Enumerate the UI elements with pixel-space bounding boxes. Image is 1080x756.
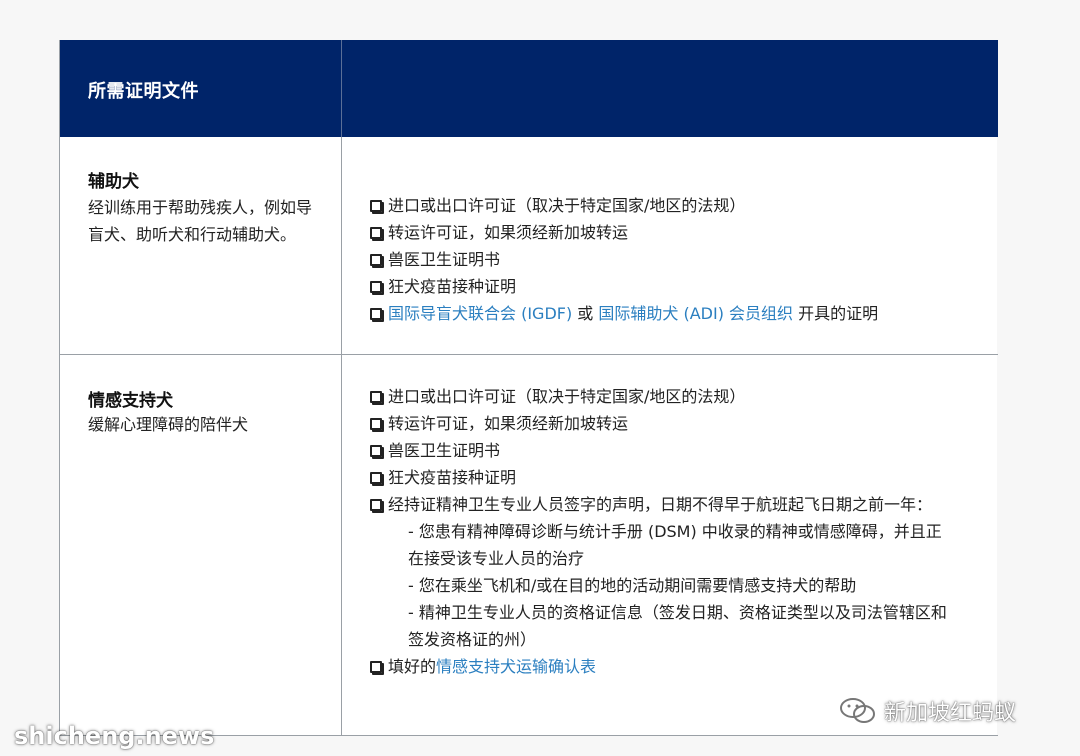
sub-list-item: - 您在乘坐飞机和/或在目的地的活动期间需要情感支持犬的帮助 xyxy=(408,576,857,595)
row-title-service-dog: 辅助犬 xyxy=(88,172,139,192)
checkbox-icon xyxy=(370,200,382,212)
list-item: 兽医卫生证明书 xyxy=(370,437,970,464)
list-item: 转运许可证，如果须经新加坡转运 xyxy=(370,219,970,246)
header-divider xyxy=(341,40,342,137)
list-item: 国际导盲犬联合会 (IGDF) 或 国际辅助犬 (ADI) 会员组织 开具的证明 xyxy=(370,300,970,327)
igdf-link[interactable]: 国际导盲犬联合会 (IGDF) xyxy=(388,304,572,323)
list-item: 经持证精神卫生专业人员签字的声明，日期不得早于航班起飞日期之前一年： xyxy=(370,491,970,518)
list-item: 兽医卫生证明书 xyxy=(370,246,970,273)
esd-confirmation-form-link[interactable]: 情感支持犬运输确认表 xyxy=(436,657,596,676)
requirement-list-emotional-support-dog: 进口或出口许可证（取决于特定国家/地区的法规） 转运许可证，如果须经新加坡转运 … xyxy=(370,383,970,680)
watermark-account: 新加坡红蚂蚁 xyxy=(838,695,1016,727)
row-title-emotional-support-dog: 情感支持犬 xyxy=(88,391,173,411)
checkbox-icon xyxy=(370,281,382,293)
checkbox-icon xyxy=(370,227,382,239)
checkbox-icon xyxy=(370,254,382,266)
checkbox-icon xyxy=(370,308,382,320)
sub-list-item: - 您患有精神障碍诊断与统计手册 (DSM) 中收录的精神或情感障碍，并且正在接… xyxy=(408,522,942,568)
header-title: 所需证明文件 xyxy=(88,81,199,102)
list-item: 填好的情感支持犬运输确认表 xyxy=(370,653,970,680)
row-description-emotional-support-dog: 缓解心理障碍的陪伴犬 xyxy=(88,415,249,434)
adi-link[interactable]: 国际辅助犬 (ADI) 会员组织 xyxy=(598,304,793,323)
checkbox-icon xyxy=(370,472,382,484)
list-item: 进口或出口许可证（取决于特定国家/地区的法规） xyxy=(370,383,970,410)
watermark-account-name: 新加坡红蚂蚁 xyxy=(884,701,1017,726)
checkbox-icon xyxy=(370,391,382,403)
checkbox-icon xyxy=(370,499,382,511)
requirements-table: 所需证明文件 辅助犬 经训练用于帮助残疾人，例如导盲犬、助听犬和行动辅助犬。 进… xyxy=(59,40,998,736)
row-description-service-dog: 经训练用于帮助残疾人，例如导盲犬、助听犬和行动辅助犬。 xyxy=(88,198,313,244)
checkbox-icon xyxy=(370,661,382,673)
list-item: 狂犬疫苗接种证明 xyxy=(370,464,970,491)
list-item: 转运许可证，如果须经新加坡转运 xyxy=(370,410,970,437)
watermark-site: shicheng.news xyxy=(14,722,215,750)
checkbox-icon xyxy=(370,418,382,430)
column-divider xyxy=(341,137,342,736)
requirement-list-service-dog: 进口或出口许可证（取决于特定国家/地区的法规） 转运许可证，如果须经新加坡转运 … xyxy=(370,192,970,327)
row-divider xyxy=(60,354,998,355)
list-item: 狂犬疫苗接种证明 xyxy=(370,273,970,300)
wechat-icon xyxy=(840,698,875,723)
declaration-sub-list: - 您患有精神障碍诊断与统计手册 (DSM) 中收录的精神或情感障碍，并且正在接… xyxy=(408,518,948,653)
checkbox-icon xyxy=(370,445,382,457)
sub-list-item: - 精神卫生专业人员的资格证信息（签发日期、资格证类型以及司法管辖区和签发资格证… xyxy=(408,603,947,649)
list-item: 进口或出口许可证（取决于特定国家/地区的法规） xyxy=(370,192,970,219)
table-header: 所需证明文件 xyxy=(60,40,998,137)
